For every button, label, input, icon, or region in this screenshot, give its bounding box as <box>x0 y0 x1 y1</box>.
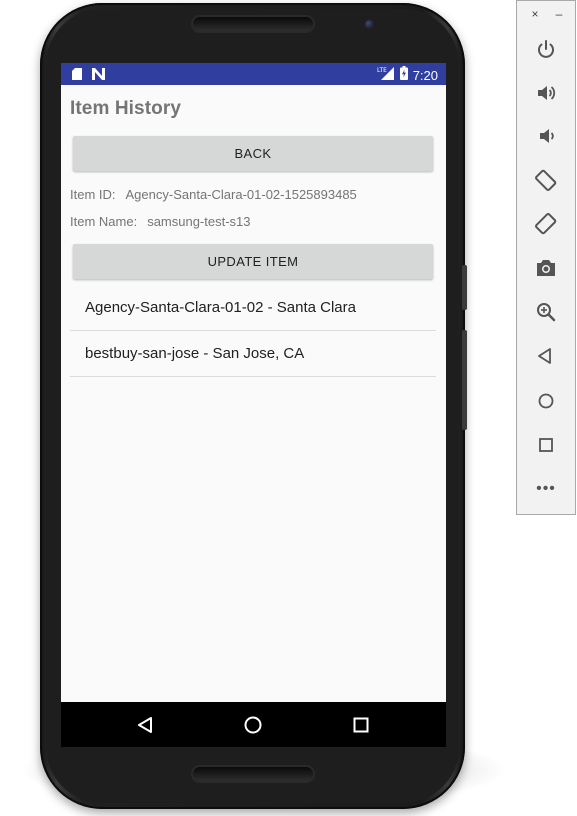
volume-up-button[interactable] <box>533 80 559 106</box>
zoom-icon <box>537 303 556 322</box>
nav-overview-button[interactable] <box>349 713 373 737</box>
status-clock: 7:20 <box>412 67 438 83</box>
more-icon: ••• <box>536 480 556 497</box>
back-button[interactable]: BACK <box>73 136 433 171</box>
side-button-volume <box>462 330 467 430</box>
rotate-left-icon <box>535 169 557 191</box>
history-list-item[interactable]: Agency-Santa-Clara-01-02 - Santa Clara <box>70 285 436 331</box>
status-right-icons: LTE 7:20 <box>377 66 438 85</box>
close-window-button[interactable]: × <box>528 7 542 21</box>
nav-back-button[interactable] <box>134 713 158 737</box>
sd-card-icon <box>72 67 82 85</box>
emulator-toolbar: × – ••• <box>516 0 576 515</box>
item-name-label: Item Name: <box>70 214 138 229</box>
battery-charging-icon <box>399 66 408 85</box>
rotate-right-button[interactable] <box>533 211 559 237</box>
volume-down-icon <box>540 129 554 143</box>
device-screen: LTE 7:20 Item History BACK Item ID: Agenc… <box>61 63 446 702</box>
svg-text:LTE: LTE <box>377 67 387 74</box>
side-button-power <box>462 265 467 310</box>
history-list-item[interactable]: bestbuy-san-jose - San Jose, CA <box>70 331 436 377</box>
front-camera <box>365 20 374 29</box>
home-icon <box>538 393 554 409</box>
rotate-left-button[interactable] <box>533 167 559 193</box>
volume-down-button[interactable] <box>533 123 559 149</box>
navigation-bar <box>61 702 446 747</box>
status-left-icons <box>72 67 105 85</box>
history-list: Agency-Santa-Clara-01-02 - Santa Clara b… <box>70 285 436 377</box>
lte-signal-icon: LTE <box>377 66 395 85</box>
emulator-window: LTE 7:20 Item History BACK Item ID: Agenc… <box>0 0 577 816</box>
nav-overview-icon <box>353 717 369 733</box>
page-title: Item History <box>70 98 182 119</box>
overview-icon <box>539 438 553 452</box>
zoom-button[interactable] <box>533 299 559 325</box>
power-button[interactable] <box>533 36 559 62</box>
minimize-window-button[interactable]: – <box>552 7 566 21</box>
emulator-overview-button[interactable] <box>533 432 559 458</box>
top-speaker <box>193 17 313 31</box>
item-id-label: Item ID: <box>70 187 116 202</box>
item-name-row: Item Name: samsung-test-s13 <box>70 214 251 229</box>
camera-icon <box>537 260 555 276</box>
emulator-back-button[interactable] <box>533 343 559 369</box>
power-icon <box>538 40 554 58</box>
nav-home-icon <box>244 716 262 734</box>
update-item-button[interactable]: UPDATE ITEM <box>73 244 433 279</box>
bottom-speaker <box>193 767 313 781</box>
rotate-right-icon <box>535 213 557 235</box>
item-id-row: Item ID: Agency-Santa-Clara-01-02-1525893… <box>70 187 357 202</box>
screenshot-button[interactable] <box>533 255 559 281</box>
more-options-button[interactable]: ••• <box>533 476 559 502</box>
nav-back-icon <box>138 717 152 733</box>
item-id-value: Agency-Santa-Clara-01-02-1525893485 <box>125 187 357 202</box>
item-name-value: samsung-test-s13 <box>147 214 251 229</box>
emulator-home-button[interactable] <box>533 388 559 414</box>
emulator-toolbar-header: × – <box>517 7 575 23</box>
nav-home-button[interactable] <box>241 713 265 737</box>
n-notification-icon <box>92 67 105 85</box>
status-bar: LTE 7:20 <box>61 63 446 85</box>
back-icon <box>538 348 551 364</box>
volume-up-icon <box>538 86 556 100</box>
